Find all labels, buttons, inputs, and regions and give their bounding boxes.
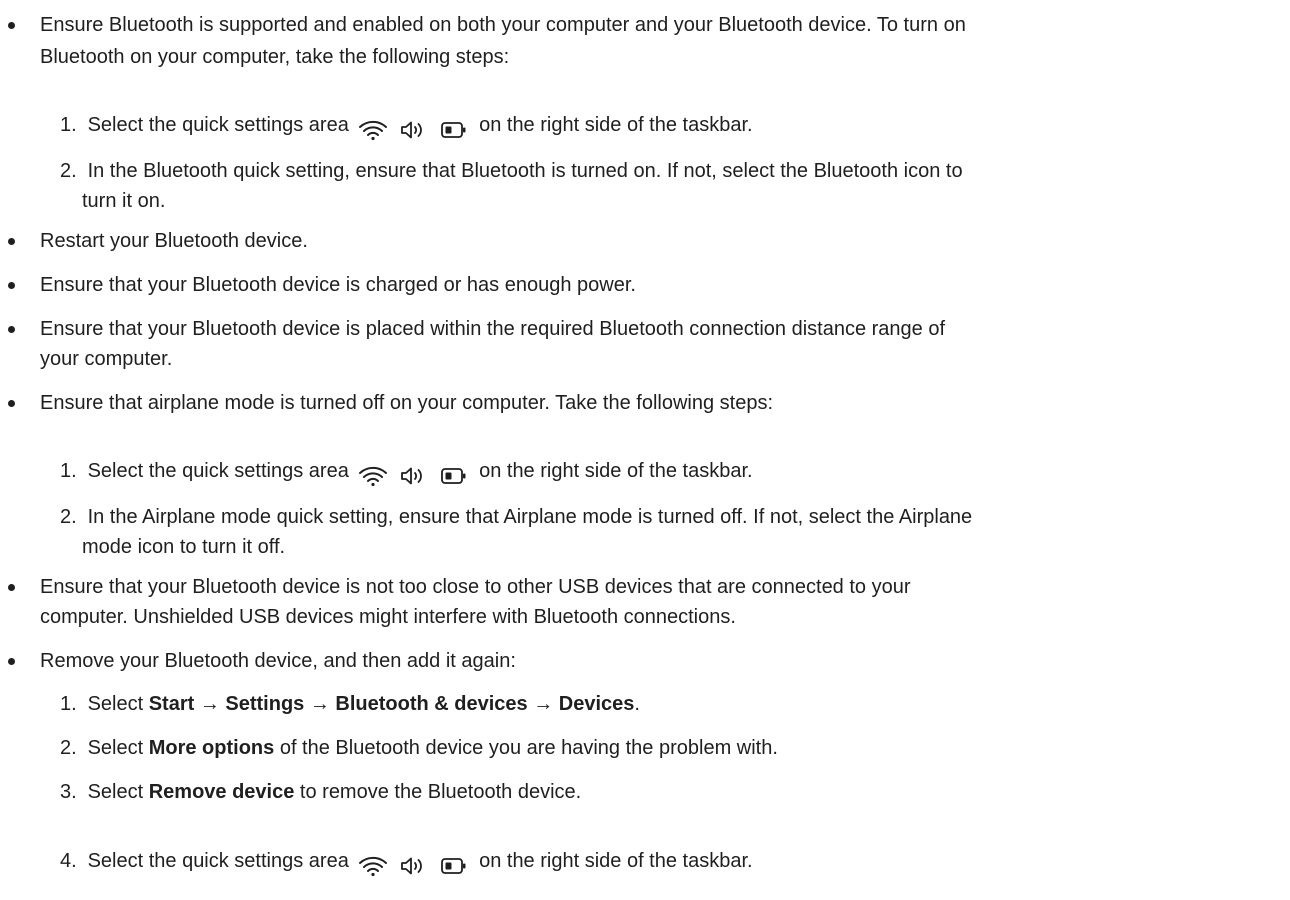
step-text: Select — [87, 781, 149, 803]
bullet-dot — [8, 400, 15, 407]
bullet-6-line-1: Ensure that your Bluetooth device is not… — [40, 576, 911, 598]
step-text: In the Bluetooth quick setting, ensure t… — [87, 160, 963, 182]
remove-device-label: Remove device — [148, 781, 295, 803]
battery-icon — [440, 121, 466, 138]
bullet-7-step-3: 3. Select Remove device to remove the Bl… — [60, 780, 581, 804]
step-number: 2. — [60, 506, 77, 528]
bullet-7-step-2: 2. Select More options of the Bluetooth … — [60, 736, 778, 760]
bullet-1-step-1: 1. Select the quick settings area on the… — [60, 113, 753, 141]
step-number: 2. — [60, 160, 77, 182]
battery-icon — [440, 857, 466, 874]
bullet-3: Ensure that your Bluetooth device is cha… — [40, 274, 636, 296]
step-number: 4. — [60, 850, 77, 872]
bullet-1-line-1: Ensure Bluetooth is supported and enable… — [40, 14, 966, 36]
bullet-5-line-1: Ensure that airplane mode is turned off … — [40, 392, 774, 414]
bullet-dot — [8, 282, 15, 289]
bullet-dot — [8, 658, 15, 665]
more-options-label: More options — [148, 737, 275, 759]
step-text: Select — [87, 693, 149, 715]
bullet-7-step-4: 4. Select the quick settings area on the… — [60, 849, 753, 877]
bullet-5-step-2-line-1: 2. In the Airplane mode quick setting, e… — [60, 505, 972, 529]
wifi-icon — [359, 466, 388, 486]
quick-settings-icons — [358, 463, 467, 487]
step-text-suffix: on the right side of the taskbar. — [479, 460, 753, 482]
bullet-1-step-2-line-2: turn it on. — [82, 190, 166, 212]
bullet-1-step-2-line-1: 2. In the Bluetooth quick setting, ensur… — [60, 159, 963, 183]
bullet-7-line-1: Remove your Bluetooth device, and then a… — [40, 650, 516, 672]
step-text: In the Airplane mode quick setting, ensu… — [87, 506, 973, 528]
settings-path: Start → Settings → Bluetooth & devices →… — [148, 693, 635, 715]
wifi-icon — [359, 120, 388, 140]
quick-settings-icons — [358, 117, 467, 141]
step-text-suffix: on the right side of the taskbar. — [479, 114, 753, 136]
speaker-icon — [401, 467, 422, 485]
step-text-suffix: on the right side of the taskbar. — [479, 850, 753, 872]
step-text-end: to remove the Bluetooth device. — [294, 781, 582, 803]
bullet-5-step-2-line-2: mode icon to turn it off. — [82, 536, 286, 558]
bullet-dot — [8, 22, 15, 29]
step-text-end: . — [634, 693, 640, 715]
wifi-icon — [359, 856, 388, 876]
step-text-prefix: Select the quick settings area — [87, 114, 349, 136]
quick-settings-icons — [358, 853, 467, 877]
bullet-1-line-2: Bluetooth on your computer, take the fol… — [40, 46, 510, 68]
step-number: 1. — [60, 460, 77, 482]
bullet-4-line-2: your computer. — [40, 348, 173, 370]
bullet-2: Restart your Bluetooth device. — [40, 230, 308, 252]
step-text: Select — [87, 737, 149, 759]
bullet-6-line-2: computer. Unshielded USB devices might i… — [40, 606, 736, 628]
step-number: 2. — [60, 737, 77, 759]
step-number: 1. — [60, 114, 77, 136]
battery-icon — [440, 467, 466, 484]
bullet-dot — [8, 326, 15, 333]
bullet-4-line-1: Ensure that your Bluetooth device is pla… — [40, 318, 946, 340]
step-number: 1. — [60, 693, 77, 715]
bullet-dot — [8, 238, 15, 245]
bullet-5-step-1: 1. Select the quick settings area on the… — [60, 459, 753, 487]
speaker-icon — [401, 121, 422, 139]
speaker-icon — [401, 857, 422, 875]
step-text-prefix: Select the quick settings area — [87, 460, 349, 482]
step-text-prefix: Select the quick settings area — [87, 850, 349, 872]
step-number: 3. — [60, 781, 77, 803]
bullet-7-step-1: 1. Select Start → Settings → Bluetooth &… — [60, 692, 640, 716]
bullet-dot — [8, 584, 15, 591]
step-text-end: of the Bluetooth device you are having t… — [274, 737, 778, 759]
